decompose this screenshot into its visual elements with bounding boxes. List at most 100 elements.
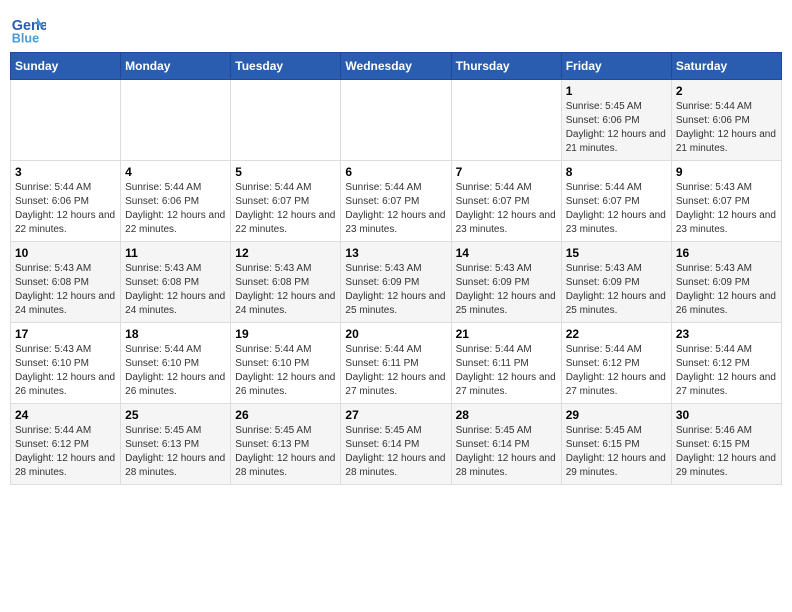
- calendar-cell: [231, 80, 341, 161]
- calendar-cell: 26 Sunrise: 5:45 AM Sunset: 6:13 PM Dayli…: [231, 404, 341, 485]
- day-info: Sunrise: 5:45 AM Sunset: 6:14 PM Dayligh…: [345, 424, 446, 480]
- calendar-cell: 25 Sunrise: 5:45 AM Sunset: 6:13 PM Dayli…: [121, 404, 231, 485]
- header-day: Sunday: [11, 53, 121, 80]
- day-number: 16: [676, 246, 777, 260]
- day-info: Sunrise: 5:43 AM Sunset: 6:09 PM Dayligh…: [456, 262, 557, 318]
- day-info: Sunrise: 5:44 AM Sunset: 6:10 PM Dayligh…: [235, 343, 336, 399]
- day-info: Sunrise: 5:44 AM Sunset: 6:06 PM Dayligh…: [15, 181, 116, 237]
- calendar-week-row: 3 Sunrise: 5:44 AM Sunset: 6:06 PM Daylig…: [11, 161, 782, 242]
- day-number: 4: [125, 165, 226, 179]
- day-number: 23: [676, 327, 777, 341]
- calendar-week-row: 1Sunrise: 5:45 AM Sunset: 6:06 PM Daylig…: [11, 80, 782, 161]
- header-row: SundayMondayTuesdayWednesdayThursdayFrid…: [11, 53, 782, 80]
- calendar-cell: 20 Sunrise: 5:44 AM Sunset: 6:11 PM Dayli…: [341, 323, 451, 404]
- calendar-cell: 12 Sunrise: 5:43 AM Sunset: 6:08 PM Dayli…: [231, 242, 341, 323]
- calendar-cell: 15 Sunrise: 5:43 AM Sunset: 6:09 PM Dayli…: [561, 242, 671, 323]
- calendar-cell: 2 Sunrise: 5:44 AM Sunset: 6:06 PM Daylig…: [671, 80, 781, 161]
- calendar-cell: 24 Sunrise: 5:44 AM Sunset: 6:12 PM Dayli…: [11, 404, 121, 485]
- day-number: 18: [125, 327, 226, 341]
- day-number: 24: [15, 408, 116, 422]
- day-number: 25: [125, 408, 226, 422]
- day-info: Sunrise: 5:45 AM Sunset: 6:14 PM Dayligh…: [456, 424, 557, 480]
- calendar-cell: 13Sunrise: 5:43 AM Sunset: 6:09 PM Dayli…: [341, 242, 451, 323]
- day-number: 17: [15, 327, 116, 341]
- calendar-cell: 30 Sunrise: 5:46 AM Sunset: 6:15 PM Dayli…: [671, 404, 781, 485]
- day-info: Sunrise: 5:45 AM Sunset: 6:15 PM Dayligh…: [566, 424, 667, 480]
- day-number: 14: [456, 246, 557, 260]
- calendar-cell: 29 Sunrise: 5:45 AM Sunset: 6:15 PM Dayli…: [561, 404, 671, 485]
- day-number: 10: [15, 246, 116, 260]
- calendar-cell: 27Sunrise: 5:45 AM Sunset: 6:14 PM Dayli…: [341, 404, 451, 485]
- day-info: Sunrise: 5:45 AM Sunset: 6:13 PM Dayligh…: [125, 424, 226, 480]
- day-info: Sunrise: 5:44 AM Sunset: 6:10 PM Dayligh…: [125, 343, 226, 399]
- day-number: 9: [676, 165, 777, 179]
- day-info: Sunrise: 5:44 AM Sunset: 6:07 PM Dayligh…: [456, 181, 557, 237]
- calendar-cell: 17Sunrise: 5:43 AM Sunset: 6:10 PM Dayli…: [11, 323, 121, 404]
- calendar-cell: [11, 80, 121, 161]
- calendar-cell: 18 Sunrise: 5:44 AM Sunset: 6:10 PM Dayli…: [121, 323, 231, 404]
- calendar-cell: 10 Sunrise: 5:43 AM Sunset: 6:08 PM Dayli…: [11, 242, 121, 323]
- day-info: Sunrise: 5:44 AM Sunset: 6:12 PM Dayligh…: [15, 424, 116, 480]
- day-number: 19: [235, 327, 336, 341]
- day-number: 1: [566, 84, 667, 98]
- header-day: Monday: [121, 53, 231, 80]
- day-number: 28: [456, 408, 557, 422]
- calendar-cell: 3 Sunrise: 5:44 AM Sunset: 6:06 PM Daylig…: [11, 161, 121, 242]
- calendar-cell: [121, 80, 231, 161]
- day-info: Sunrise: 5:43 AM Sunset: 6:09 PM Dayligh…: [676, 262, 777, 318]
- calendar-cell: 11 Sunrise: 5:43 AM Sunset: 6:08 PM Dayli…: [121, 242, 231, 323]
- calendar-cell: 4Sunrise: 5:44 AM Sunset: 6:06 PM Daylig…: [121, 161, 231, 242]
- calendar-cell: 19 Sunrise: 5:44 AM Sunset: 6:10 PM Dayli…: [231, 323, 341, 404]
- day-number: 26: [235, 408, 336, 422]
- day-number: 2: [676, 84, 777, 98]
- calendar-cell: 7Sunrise: 5:44 AM Sunset: 6:07 PM Daylig…: [451, 161, 561, 242]
- logo-icon: General Blue: [10, 10, 46, 46]
- day-info: Sunrise: 5:43 AM Sunset: 6:08 PM Dayligh…: [125, 262, 226, 318]
- calendar-cell: 21Sunrise: 5:44 AM Sunset: 6:11 PM Dayli…: [451, 323, 561, 404]
- header-day: Saturday: [671, 53, 781, 80]
- calendar-body: 1Sunrise: 5:45 AM Sunset: 6:06 PM Daylig…: [11, 80, 782, 485]
- calendar-cell: 8Sunrise: 5:44 AM Sunset: 6:07 PM Daylig…: [561, 161, 671, 242]
- day-info: Sunrise: 5:44 AM Sunset: 6:12 PM Dayligh…: [676, 343, 777, 399]
- calendar-table: SundayMondayTuesdayWednesdayThursdayFrid…: [10, 52, 782, 485]
- calendar-cell: 16 Sunrise: 5:43 AM Sunset: 6:09 PM Dayli…: [671, 242, 781, 323]
- logo: General Blue: [10, 10, 50, 46]
- day-number: 22: [566, 327, 667, 341]
- day-info: Sunrise: 5:44 AM Sunset: 6:12 PM Dayligh…: [566, 343, 667, 399]
- day-info: Sunrise: 5:43 AM Sunset: 6:07 PM Dayligh…: [676, 181, 777, 237]
- day-info: Sunrise: 5:44 AM Sunset: 6:07 PM Dayligh…: [566, 181, 667, 237]
- day-number: 15: [566, 246, 667, 260]
- day-info: Sunrise: 5:43 AM Sunset: 6:08 PM Dayligh…: [235, 262, 336, 318]
- day-info: Sunrise: 5:43 AM Sunset: 6:09 PM Dayligh…: [345, 262, 446, 318]
- day-number: 11: [125, 246, 226, 260]
- day-info: Sunrise: 5:44 AM Sunset: 6:06 PM Dayligh…: [676, 100, 777, 156]
- day-info: Sunrise: 5:44 AM Sunset: 6:11 PM Dayligh…: [456, 343, 557, 399]
- calendar-cell: 1Sunrise: 5:45 AM Sunset: 6:06 PM Daylig…: [561, 80, 671, 161]
- calendar-cell: [341, 80, 451, 161]
- day-number: 12: [235, 246, 336, 260]
- header-day: Tuesday: [231, 53, 341, 80]
- calendar-week-row: 17Sunrise: 5:43 AM Sunset: 6:10 PM Dayli…: [11, 323, 782, 404]
- day-info: Sunrise: 5:45 AM Sunset: 6:13 PM Dayligh…: [235, 424, 336, 480]
- calendar-cell: 5Sunrise: 5:44 AM Sunset: 6:07 PM Daylig…: [231, 161, 341, 242]
- day-number: 6: [345, 165, 446, 179]
- calendar-header: SundayMondayTuesdayWednesdayThursdayFrid…: [11, 53, 782, 80]
- day-info: Sunrise: 5:44 AM Sunset: 6:07 PM Dayligh…: [235, 181, 336, 237]
- page-header: General Blue: [10, 10, 782, 46]
- day-info: Sunrise: 5:44 AM Sunset: 6:11 PM Dayligh…: [345, 343, 446, 399]
- day-number: 30: [676, 408, 777, 422]
- day-number: 29: [566, 408, 667, 422]
- day-info: Sunrise: 5:43 AM Sunset: 6:08 PM Dayligh…: [15, 262, 116, 318]
- header-day: Thursday: [451, 53, 561, 80]
- day-info: Sunrise: 5:44 AM Sunset: 6:07 PM Dayligh…: [345, 181, 446, 237]
- calendar-cell: 28 Sunrise: 5:45 AM Sunset: 6:14 PM Dayli…: [451, 404, 561, 485]
- day-number: 3: [15, 165, 116, 179]
- svg-text:Blue: Blue: [12, 31, 39, 45]
- calendar-cell: 6 Sunrise: 5:44 AM Sunset: 6:07 PM Daylig…: [341, 161, 451, 242]
- calendar-week-row: 10 Sunrise: 5:43 AM Sunset: 6:08 PM Dayli…: [11, 242, 782, 323]
- day-info: Sunrise: 5:46 AM Sunset: 6:15 PM Dayligh…: [676, 424, 777, 480]
- day-number: 20: [345, 327, 446, 341]
- day-info: Sunrise: 5:43 AM Sunset: 6:09 PM Dayligh…: [566, 262, 667, 318]
- calendar-cell: 23 Sunrise: 5:44 AM Sunset: 6:12 PM Dayli…: [671, 323, 781, 404]
- header-day: Wednesday: [341, 53, 451, 80]
